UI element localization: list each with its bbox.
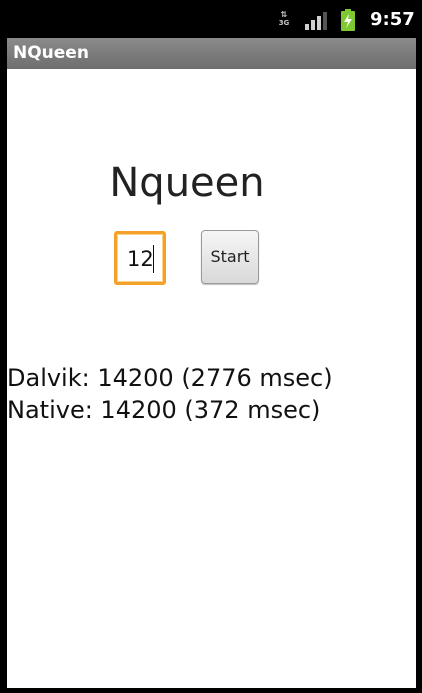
main-content: Nqueen 12 Start Dalvik: 14200 (2776 msec… — [7, 69, 416, 688]
network-3g-icon: ⇅ 3G — [278, 10, 290, 28]
status-bar: ⇅ 3G 9:57 — [0, 0, 422, 38]
battery-charging-icon — [341, 9, 355, 31]
board-size-value: 12 — [127, 247, 154, 271]
app-title: NQueen — [13, 43, 89, 63]
dalvik-result: Dalvik: 14200 (2776 msec) — [7, 364, 333, 392]
screen-bottom-edge — [0, 688, 422, 693]
start-button[interactable]: Start — [201, 230, 259, 284]
signal-strength-icon — [305, 12, 327, 30]
status-time: 9:57 — [370, 9, 415, 30]
app-title-bar: NQueen — [7, 38, 416, 69]
text-cursor — [153, 245, 154, 273]
board-size-input[interactable]: 12 — [114, 231, 166, 285]
page-heading: Nqueen — [109, 160, 265, 206]
native-result: Native: 14200 (372 msec) — [7, 396, 321, 424]
